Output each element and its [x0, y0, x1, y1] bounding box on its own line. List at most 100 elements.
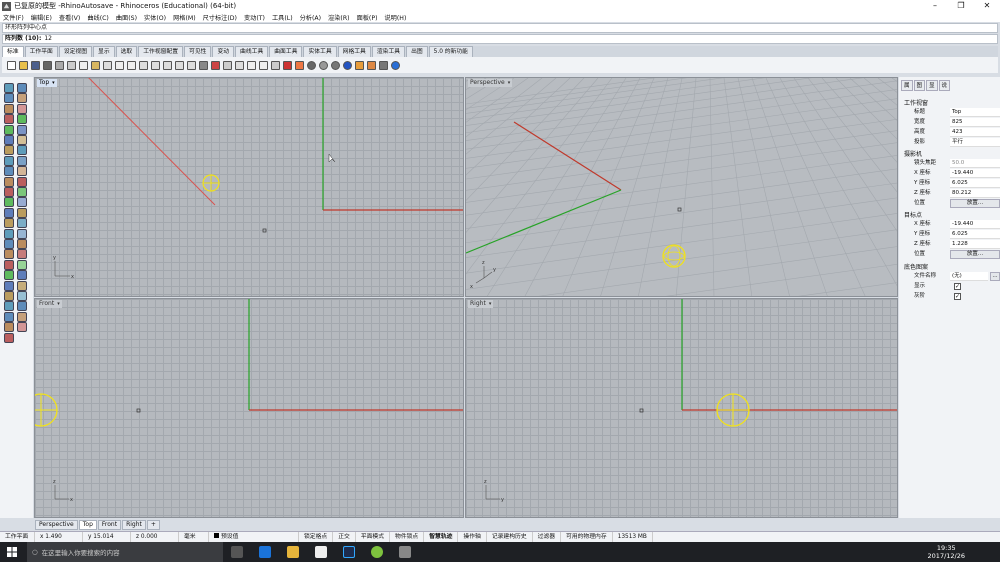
sphere-tool-icon[interactable]	[17, 135, 27, 145]
polygon-tool-icon[interactable]	[4, 280, 14, 291]
viewport-front[interactable]: Front ▾ z x	[34, 298, 464, 518]
extrude-tool-icon[interactable]	[17, 291, 27, 301]
ortho-toggle[interactable]: 正交	[333, 532, 356, 542]
tab-cplanes[interactable]: 工作平面	[24, 46, 58, 57]
rectangle-tool-icon[interactable]	[17, 103, 27, 114]
tab-display[interactable]: 显示	[93, 46, 115, 57]
osnap-toggle[interactable]: 物件锁点	[390, 532, 425, 542]
width-field[interactable]: 825	[950, 118, 1000, 127]
zoom-selected-icon[interactable]	[174, 60, 184, 70]
menu-mesh[interactable]: 网格(M)	[173, 13, 196, 22]
box-tool-icon[interactable]	[4, 301, 14, 312]
hatch-tool-icon[interactable]	[17, 239, 27, 249]
fillet-tool-icon[interactable]	[4, 155, 14, 166]
new-file-icon[interactable]	[6, 60, 16, 70]
fillet-tool-icon[interactable]	[4, 322, 14, 333]
select-tool-icon[interactable]	[4, 228, 14, 239]
target-place-button[interactable]: 放置...	[950, 250, 1000, 259]
highlighted-sphere[interactable]	[662, 244, 686, 268]
center-point[interactable]	[677, 207, 682, 212]
layer-status[interactable]: 预设值	[209, 532, 299, 542]
mirror-tool-icon[interactable]	[4, 197, 14, 208]
tab-surface-tools[interactable]: 曲面工具	[269, 46, 303, 57]
render-tool-icon[interactable]	[4, 218, 14, 229]
save-icon[interactable]	[30, 60, 40, 70]
point-tool-icon[interactable]	[4, 249, 14, 260]
tab-layers[interactable]: 图	[913, 80, 926, 91]
transform-tool-icon[interactable]	[4, 176, 14, 187]
menu-transform[interactable]: 变动(T)	[244, 13, 265, 22]
tab-standard[interactable]: 标准	[2, 46, 24, 57]
color-palette-icon[interactable]	[366, 60, 376, 70]
menu-analyze[interactable]: 分析(A)	[300, 13, 321, 22]
text-tool-icon[interactable]	[17, 166, 27, 177]
cut-icon[interactable]	[66, 60, 76, 70]
zoom-window-icon[interactable]	[150, 60, 160, 70]
close-button[interactable]: ✕	[974, 0, 1000, 12]
taskbar-clock[interactable]: 19:35 2017/12/26	[928, 544, 965, 560]
named-views-icon[interactable]	[222, 60, 232, 70]
tab-curve-tools[interactable]: 曲线工具	[235, 46, 269, 57]
edge-browser-icon[interactable]	[259, 546, 271, 558]
shaded-sphere-icon[interactable]	[318, 60, 328, 70]
rotate-view-icon[interactable]	[126, 60, 136, 70]
light-tool-icon[interactable]	[4, 239, 14, 249]
extrude-tool-icon[interactable]	[17, 124, 27, 135]
polyline-tool-icon[interactable]	[17, 280, 27, 291]
filter-toggle[interactable]: 过滤器	[533, 532, 562, 542]
camera-z-field[interactable]: 80.212	[950, 189, 1000, 198]
tab-drafting[interactable]: 出图	[406, 46, 428, 57]
mesh-tool-icon[interactable]	[17, 322, 27, 333]
ellipse-tool-icon[interactable]	[4, 103, 14, 114]
planar-toggle[interactable]: 平面模式	[356, 532, 391, 542]
check-tool-icon[interactable]	[17, 228, 27, 239]
command-input[interactable]: 12	[44, 35, 52, 42]
menu-file[interactable]: 文件(F)	[3, 13, 24, 22]
target-x-field[interactable]: -19.440	[950, 220, 1000, 229]
ellipse-tool-icon[interactable]	[4, 270, 14, 281]
center-point[interactable]	[639, 408, 644, 413]
menu-view[interactable]: 查看(V)	[59, 13, 80, 22]
history-toggle[interactable]: 记录建构历史	[487, 532, 533, 542]
minimize-button[interactable]: –	[922, 0, 948, 12]
center-point[interactable]	[262, 228, 267, 233]
center-point[interactable]	[136, 408, 141, 413]
tab-solid-tools[interactable]: 实体工具	[303, 46, 337, 57]
viewport-right[interactable]: Right ▾ z y	[465, 298, 898, 518]
cplane-status[interactable]: 工作平面	[0, 532, 35, 542]
tab-viewport-layout[interactable]: 工作视窗配置	[138, 46, 184, 57]
vtab-front[interactable]: Front	[97, 520, 122, 530]
light-icon[interactable]	[258, 60, 268, 70]
blue-sphere-icon[interactable]	[342, 60, 352, 70]
group-tool-icon[interactable]	[17, 197, 27, 208]
boolean-tool-icon[interactable]	[17, 311, 27, 322]
dimension-tool-icon[interactable]	[4, 332, 14, 343]
tab-select[interactable]: 选取	[115, 46, 138, 57]
tab-render-tools[interactable]: 渲染工具	[371, 46, 406, 57]
help-icon[interactable]	[390, 60, 400, 70]
print-icon[interactable]	[42, 60, 52, 70]
lens-field[interactable]: 50.0	[950, 159, 1000, 168]
options-icon[interactable]	[378, 60, 388, 70]
target-y-field[interactable]: 6.025	[950, 230, 1000, 239]
polygon-tool-icon[interactable]	[4, 114, 14, 125]
polyline-tool-icon[interactable]	[17, 114, 27, 125]
boolean-tool-icon[interactable]	[17, 145, 27, 156]
tab-mesh-tools[interactable]: 网格工具	[337, 46, 371, 57]
command-line[interactable]: 阵列数 (10): 12	[2, 34, 998, 44]
store-icon[interactable]	[315, 546, 327, 558]
undo-view-icon[interactable]	[186, 60, 196, 70]
layer-tool-icon[interactable]	[17, 218, 27, 229]
lock-icon[interactable]	[270, 60, 280, 70]
menu-dimension[interactable]: 尺寸标注(D)	[203, 13, 237, 22]
pan-icon[interactable]	[114, 60, 124, 70]
tab-set-view[interactable]: 设定视图	[58, 46, 93, 57]
render-sphere-icon[interactable]	[306, 60, 316, 70]
viewport-perspective[interactable]: z x y Perspective ▾	[465, 77, 898, 297]
tab-new-in-v5[interactable]: 5.0 的新功能	[428, 46, 473, 57]
wire-sphere-icon[interactable]	[330, 60, 340, 70]
four-viewports-icon[interactable]	[198, 60, 208, 70]
rhino-taskbar-icon[interactable]	[399, 546, 411, 558]
height-field[interactable]: 423	[950, 128, 1000, 137]
menu-solid[interactable]: 实体(O)	[144, 13, 166, 22]
